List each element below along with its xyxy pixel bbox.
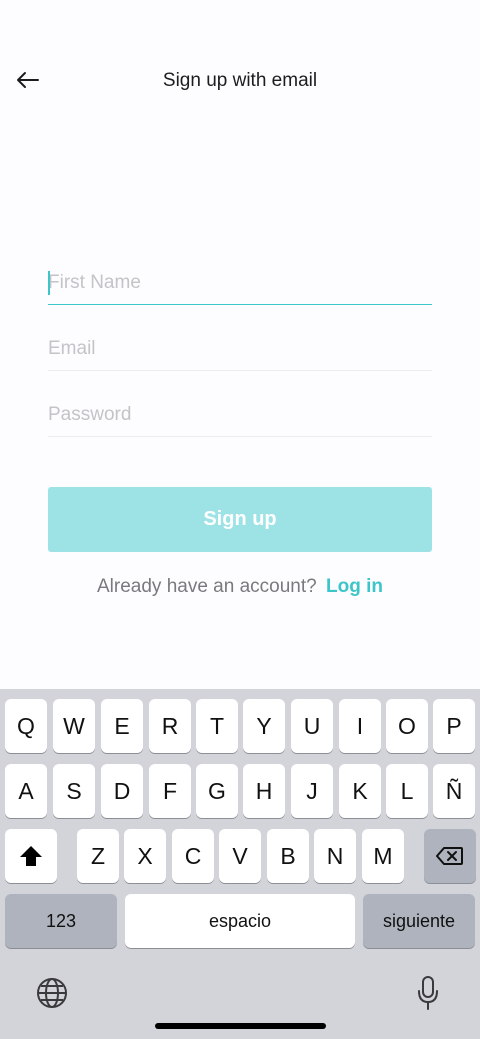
email-field[interactable] [48, 327, 432, 371]
text-cursor [48, 271, 50, 295]
delete-key[interactable] [424, 829, 476, 883]
password-input[interactable] [48, 393, 432, 436]
keyboard: Q W E R T Y U I O P A S D F G H J K L Ñ … [0, 689, 480, 1039]
email-input[interactable] [48, 327, 432, 370]
key-d[interactable]: D [101, 764, 143, 818]
key-f[interactable]: F [149, 764, 191, 818]
key-k[interactable]: K [339, 764, 381, 818]
numbers-key[interactable]: 123 [5, 894, 117, 948]
globe-button[interactable] [34, 975, 70, 1011]
keyboard-row-4: 123 espacio siguiente [0, 894, 480, 948]
key-y[interactable]: Y [243, 699, 285, 753]
key-e[interactable]: E [101, 699, 143, 753]
globe-icon [37, 978, 67, 1008]
keyboard-row-1: Q W E R T Y U I O P [0, 699, 480, 753]
next-key[interactable]: siguiente [363, 894, 475, 948]
key-h[interactable]: H [243, 764, 285, 818]
shift-icon [20, 846, 42, 866]
key-s[interactable]: S [53, 764, 95, 818]
shift-key[interactable] [5, 829, 57, 883]
key-u[interactable]: U [291, 699, 333, 753]
header: Sign up with email [0, 56, 480, 106]
keyboard-row-2: A S D F G H J K L Ñ [0, 764, 480, 818]
keyboard-row-3: Z X C V B N M [0, 829, 480, 883]
key-g[interactable]: G [196, 764, 238, 818]
key-t[interactable]: T [196, 699, 238, 753]
first-name-field[interactable] [48, 261, 432, 305]
key-p[interactable]: P [433, 699, 475, 753]
key-w[interactable]: W [53, 699, 95, 753]
microphone-icon [418, 976, 438, 1010]
key-l[interactable]: L [386, 764, 428, 818]
key-o[interactable]: O [386, 699, 428, 753]
login-row: Already have an account? Log in [0, 576, 480, 598]
key-v[interactable]: V [219, 829, 261, 883]
password-field[interactable] [48, 393, 432, 437]
space-key[interactable]: espacio [125, 894, 355, 948]
login-prompt: Already have an account? [97, 576, 317, 597]
key-b[interactable]: B [267, 829, 309, 883]
sign-up-button[interactable]: Sign up [48, 487, 432, 552]
log-in-link[interactable]: Log in [326, 576, 383, 597]
home-indicator[interactable] [155, 1023, 326, 1029]
key-a[interactable]: A [5, 764, 47, 818]
delete-icon [436, 847, 463, 865]
key-n-tilde[interactable]: Ñ [433, 764, 475, 818]
key-x[interactable]: X [124, 829, 166, 883]
key-j[interactable]: J [291, 764, 333, 818]
key-c[interactable]: C [172, 829, 214, 883]
key-i[interactable]: I [339, 699, 381, 753]
key-r[interactable]: R [149, 699, 191, 753]
microphone-button[interactable] [410, 973, 446, 1013]
first-name-input[interactable] [48, 261, 432, 304]
key-q[interactable]: Q [5, 699, 47, 753]
key-n[interactable]: N [314, 829, 356, 883]
key-m[interactable]: M [362, 829, 404, 883]
key-z[interactable]: Z [77, 829, 119, 883]
page-title: Sign up with email [162, 70, 318, 91]
